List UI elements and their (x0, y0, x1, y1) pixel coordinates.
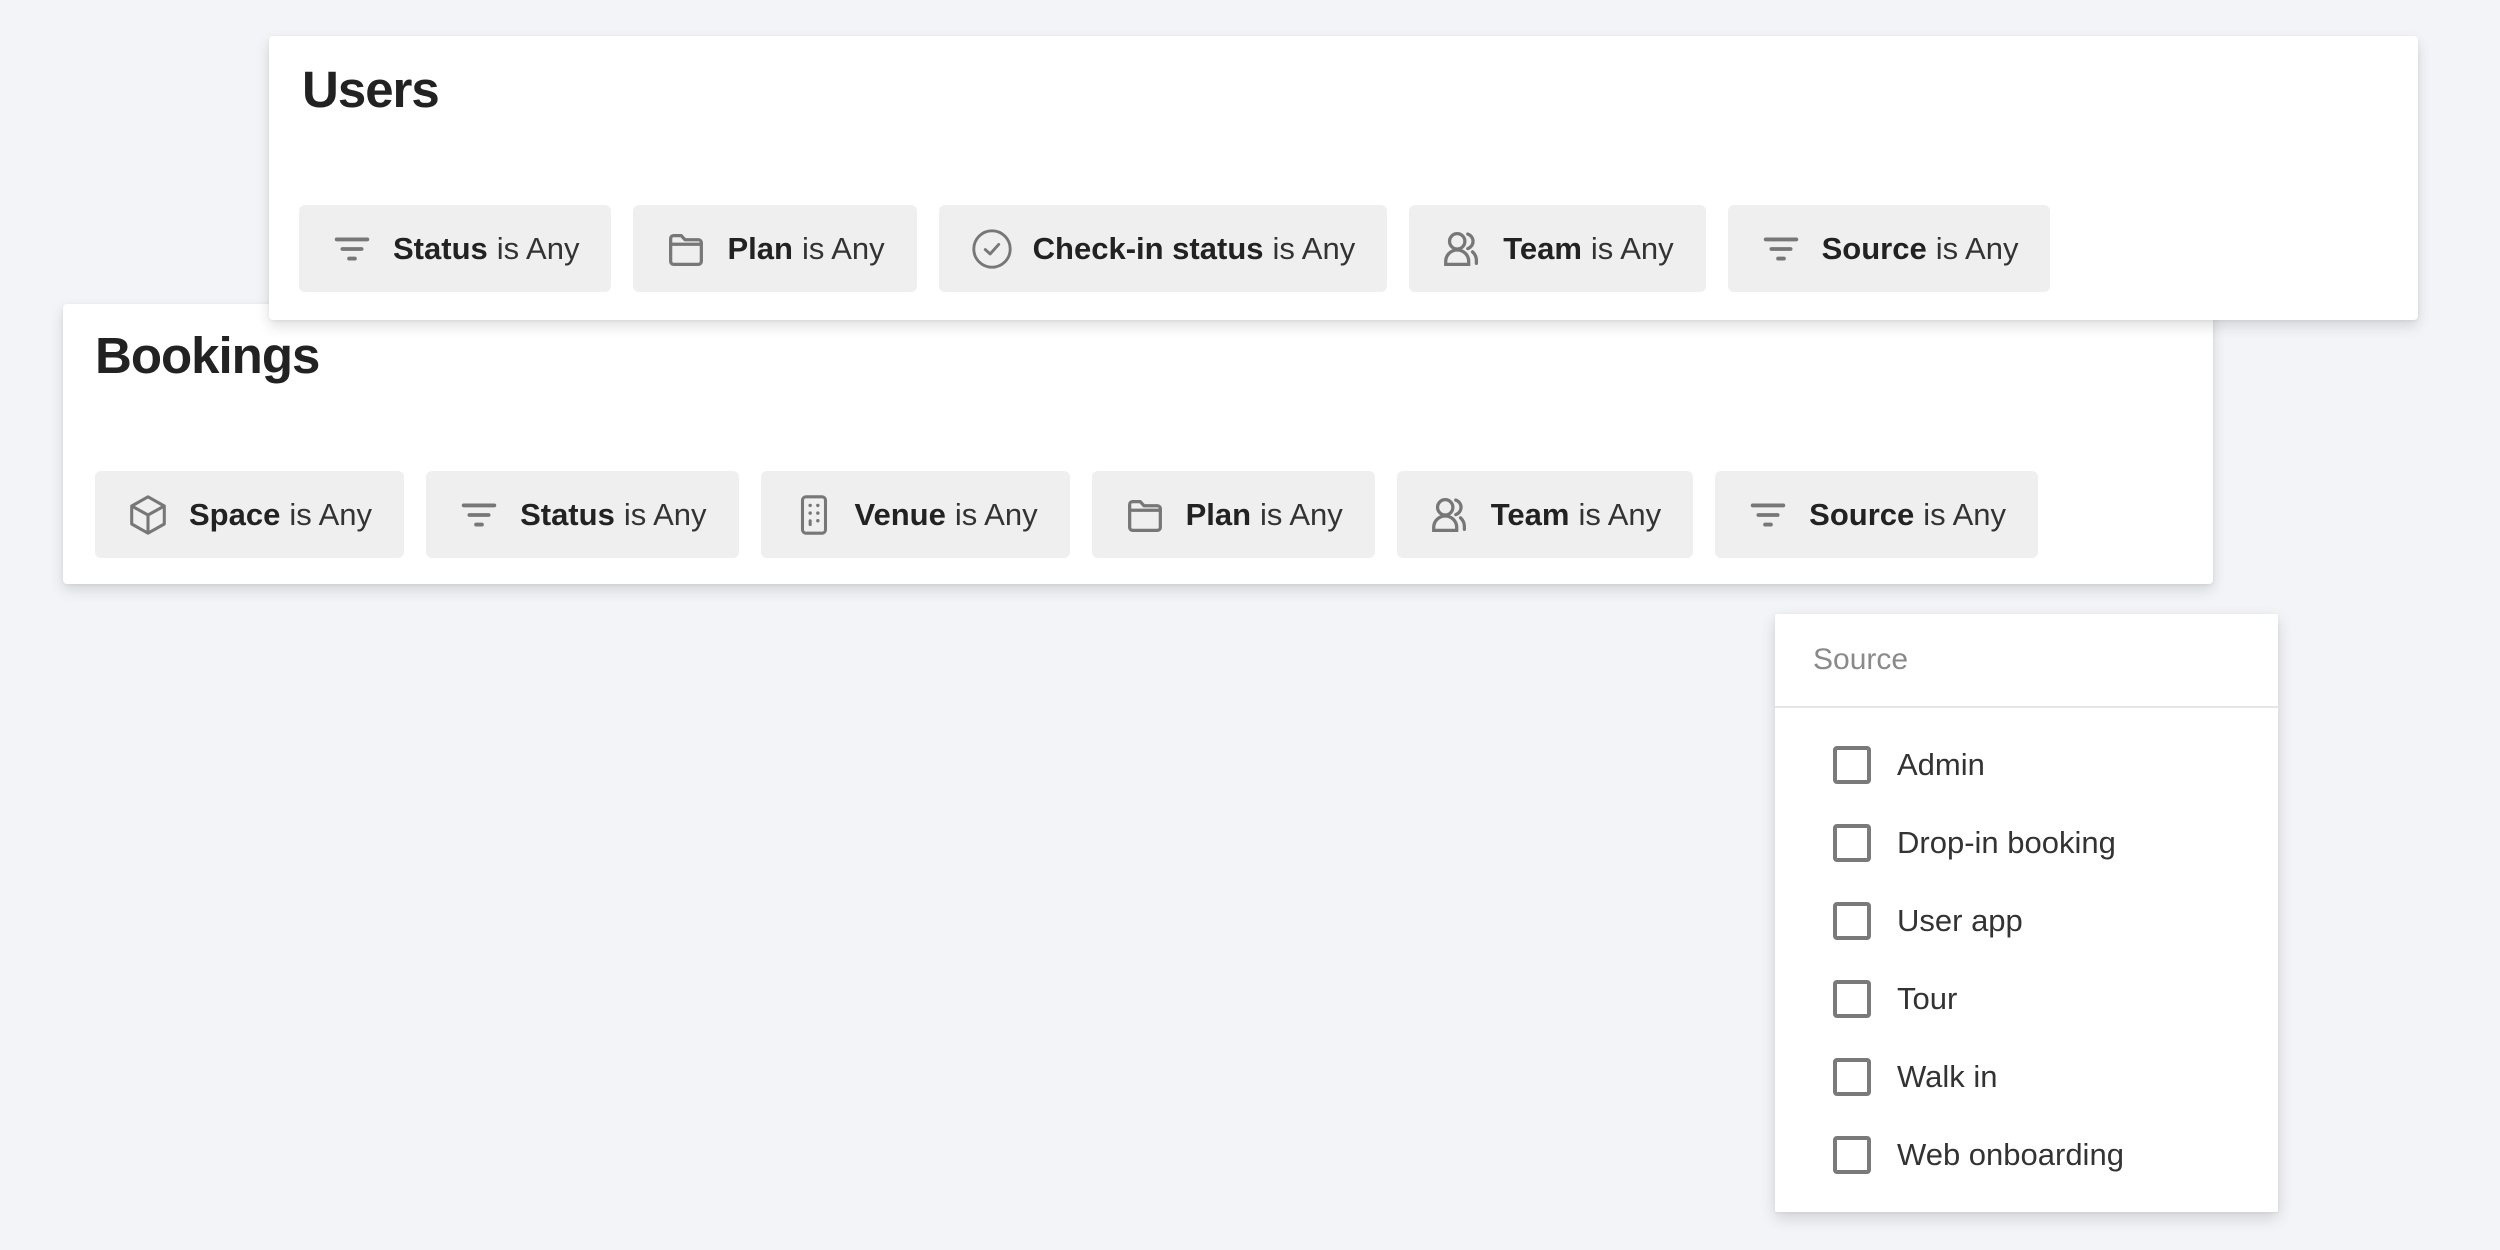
users-filter-status[interactable]: Status is Any (299, 205, 612, 292)
cube-icon (125, 492, 171, 538)
filter-operator: is Any (1578, 496, 1662, 532)
bookings-filter-team[interactable]: Team is Any (1396, 471, 1694, 558)
bookings-filter-status[interactable]: Status is Any (426, 471, 739, 558)
filter-field: Space (189, 496, 281, 532)
filter-operator: is Any (496, 230, 580, 266)
option-label: Web onboarding (1897, 1137, 2124, 1172)
filter-icon (1745, 492, 1791, 538)
option-label: Drop-in booking (1897, 825, 2116, 860)
users-card: Users Status is Any Plan is Any Check-in s… (269, 36, 2418, 320)
filter-operator: is Any (289, 496, 373, 532)
building-icon (791, 492, 837, 538)
check-circle-icon (969, 226, 1015, 272)
source-option-tour[interactable]: Tour (1775, 960, 2278, 1038)
filter-operator: is Any (1272, 230, 1356, 266)
bookings-filter-space[interactable]: Space is Any (95, 471, 405, 558)
source-option-admin[interactable]: Admin (1775, 726, 2278, 804)
filter-operator: is Any (623, 496, 707, 532)
users-filter-team[interactable]: Team is Any (1409, 205, 1706, 292)
source-search-input[interactable] (1775, 614, 2278, 708)
bookings-filter-venue[interactable]: Venue is Any (760, 471, 1070, 558)
filter-field: Plan (727, 230, 793, 266)
filter-field: Team (1490, 496, 1570, 532)
filter-field: Status (520, 496, 615, 532)
checkbox[interactable] (1833, 1136, 1871, 1174)
folder-icon (1122, 492, 1168, 538)
filter-field: Source (1809, 496, 1915, 532)
filter-operator: is Any (801, 230, 885, 266)
filter-operator: is Any (1590, 230, 1674, 266)
filter-icon (1758, 226, 1804, 272)
option-label: User app (1897, 903, 2023, 938)
users-filter-plan[interactable]: Plan is Any (633, 205, 917, 292)
checkbox[interactable] (1833, 746, 1871, 784)
bookings-filter-source[interactable]: Source is Any (1715, 471, 2038, 558)
option-label: Walk in (1897, 1059, 1998, 1094)
users-filter-check-in-status[interactable]: Check-in status is Any (938, 205, 1388, 292)
users-filter-bar: Status is Any Plan is Any Check-in status i… (299, 205, 2051, 292)
option-label: Admin (1897, 747, 1985, 782)
folder-icon (663, 226, 709, 272)
bookings-title: Bookings (95, 327, 320, 384)
bookings-filter-bar: Space is Any Status is Any Venue is Any Pla… (95, 471, 2038, 558)
option-label: Tour (1897, 981, 1958, 1016)
filter-field: Team (1503, 230, 1582, 266)
bookings-card: Bookings Space is Any Status is Any Venue i… (63, 304, 2213, 584)
filter-operator: is Any (1260, 496, 1343, 532)
filter-operator: is Any (954, 496, 1038, 532)
source-option-user-app[interactable]: User app (1775, 882, 2278, 960)
source-dropdown: Admin Drop-in booking User app Tour Walk… (1775, 614, 2278, 1212)
checkbox[interactable] (1833, 1058, 1871, 1096)
checkbox[interactable] (1833, 902, 1871, 940)
filter-field: Plan (1185, 496, 1252, 532)
checkbox[interactable] (1833, 824, 1871, 862)
users-title: Users (302, 61, 440, 118)
filter-field: Status (393, 230, 488, 266)
users-filter-source[interactable]: Source is Any (1727, 205, 2051, 292)
filter-operator: is Any (1923, 496, 2006, 532)
filter-icon (329, 226, 375, 272)
filter-field: Source (1821, 230, 1927, 266)
filter-field: Venue (854, 496, 946, 532)
filter-icon (456, 492, 502, 538)
source-options-list: Admin Drop-in booking User app Tour Walk… (1775, 726, 2278, 1194)
source-option-web-onboarding[interactable]: Web onboarding (1775, 1116, 2278, 1194)
bookings-filter-plan[interactable]: Plan is Any (1091, 471, 1375, 558)
filter-operator: is Any (1935, 230, 2019, 266)
filter-field: Check-in status (1032, 230, 1264, 266)
team-icon (1427, 492, 1473, 538)
team-icon (1439, 226, 1485, 272)
source-option-drop-in-booking[interactable]: Drop-in booking (1775, 804, 2278, 882)
source-option-walk-in[interactable]: Walk in (1775, 1038, 2278, 1116)
checkbox[interactable] (1833, 980, 1871, 1018)
